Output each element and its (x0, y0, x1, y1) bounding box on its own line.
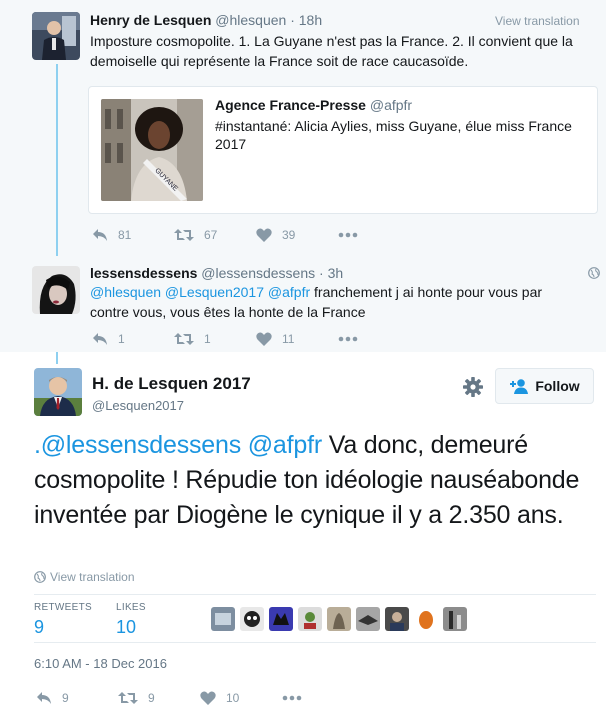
retweet-button[interactable]: 1 (174, 332, 256, 346)
likers-avatars (211, 607, 472, 631)
main-tweet-text: .@lessensdessens @afpfr Va donc, demeuré… (34, 428, 594, 533)
quoted-tweet[interactable]: GUYANE Agence France-Presse @afpfr #inst… (88, 86, 598, 214)
retweet-button[interactable]: 67 (174, 228, 256, 242)
like-button[interactable]: 11 (256, 332, 338, 346)
tweet-lessensdessens[interactable]: lessensdessens @lessensdessens · 3h @hle… (0, 256, 606, 352)
liker-avatar[interactable] (385, 607, 409, 631)
author-handle[interactable]: @hlesquen (215, 12, 286, 28)
tweet-mentions[interactable]: @hlesquen @Lesquen2017 @afpfr (90, 284, 310, 300)
quoted-author-handle: @afpfr (369, 97, 413, 113)
like-button[interactable]: 39 (256, 228, 338, 242)
liker-avatar[interactable] (298, 607, 322, 631)
like-button[interactable]: 10 (200, 691, 282, 705)
view-translation-link[interactable]: View translation (495, 14, 580, 28)
tweet-henry[interactable]: Henry de Lesquen @hlesquen · 18h View tr… (0, 0, 606, 256)
gear-button[interactable] (462, 376, 484, 398)
quoted-tweet-image[interactable]: GUYANE (101, 99, 203, 201)
tweet-header: lessensdessens @lessensdessens · 3h (90, 265, 344, 281)
text-prefix: . (34, 431, 41, 459)
like-count: 10 (226, 691, 240, 705)
reply-count: 81 (118, 228, 132, 242)
retweet-icon (174, 333, 194, 345)
gear-icon (463, 377, 483, 397)
tweet-actions: 81 67 39 (92, 228, 420, 242)
follow-button[interactable]: Follow (495, 368, 594, 404)
reply-count: 9 (62, 691, 69, 705)
reply-icon (93, 229, 107, 241)
tweet-actions: 1 1 11 (92, 332, 420, 346)
retweet-icon (174, 229, 194, 241)
tweet-time[interactable]: 18h (299, 12, 322, 28)
likes-stat[interactable]: LIKES 10 (116, 602, 146, 638)
reply-count: 1 (118, 332, 125, 346)
reply-button[interactable]: 1 (92, 332, 174, 346)
follow-label: Follow (535, 378, 580, 394)
heart-icon (256, 332, 272, 346)
tweet-mentions[interactable]: @lessensdessens @afpfr (41, 431, 322, 459)
avatar[interactable] (32, 12, 80, 60)
tweet-actions: 9 9 10 (36, 691, 364, 705)
more-button[interactable] (338, 336, 420, 342)
retweet-count: 1 (204, 332, 211, 346)
reply-button[interactable]: 81 (92, 228, 174, 242)
author-name[interactable]: H. de Lesquen 2017 (92, 374, 251, 394)
liker-avatar[interactable] (327, 607, 351, 631)
avatar[interactable] (34, 368, 82, 416)
more-dots-icon (282, 695, 302, 701)
retweets-label: RETWEETS (34, 602, 92, 613)
author-handle[interactable]: @lessensdessens (201, 265, 315, 281)
quoted-author-name: Agence France-Presse (215, 97, 366, 113)
heart-icon (256, 228, 272, 242)
divider (34, 594, 596, 595)
likes-count: 10 (116, 617, 137, 637)
quoted-tweet-text: #instantané: Alicia Aylies, miss Guyane,… (215, 118, 572, 152)
reply-icon (93, 333, 107, 345)
tweet-text: @hlesquen @Lesquen2017 @afpfr franchemen… (90, 282, 560, 322)
retweet-count: 67 (204, 228, 218, 242)
like-count: 11 (282, 332, 295, 346)
reply-button[interactable]: 9 (36, 691, 118, 705)
liker-avatar[interactable] (211, 607, 235, 631)
retweets-count: 9 (34, 617, 45, 637)
liker-avatar[interactable] (269, 607, 293, 631)
more-button[interactable] (282, 695, 364, 701)
view-translation-link[interactable]: View translation (34, 570, 135, 584)
like-count: 39 (282, 228, 296, 242)
retweets-stat[interactable]: RETWEETS 9 (34, 602, 92, 638)
globe-icon[interactable] (588, 267, 600, 279)
globe-icon (34, 571, 46, 583)
quoted-author: Agence France-Presse @afpfr (215, 97, 412, 113)
tweet-timestamp[interactable]: 6:10 AM - 18 Dec 2016 (34, 656, 167, 671)
liker-avatar[interactable] (414, 607, 438, 631)
author-name[interactable]: lessensdessens (90, 265, 197, 281)
view-translation-label: View translation (50, 570, 135, 584)
more-dots-icon (338, 336, 358, 342)
reply-icon (37, 692, 51, 704)
retweet-button[interactable]: 9 (118, 691, 200, 705)
add-user-icon (510, 379, 529, 394)
retweet-icon (118, 692, 138, 704)
more-dots-icon (338, 232, 358, 238)
likes-label: LIKES (116, 602, 146, 613)
retweet-count: 9 (148, 691, 155, 705)
avatar[interactable] (32, 266, 80, 314)
divider (34, 642, 596, 643)
tweet-header: Henry de Lesquen @hlesquen · 18h (90, 12, 323, 28)
liker-avatar[interactable] (443, 607, 467, 631)
author-handle[interactable]: @Lesquen2017 (92, 398, 184, 413)
author-name[interactable]: Henry de Lesquen (90, 12, 211, 28)
liker-avatar[interactable] (240, 607, 264, 631)
liker-avatar[interactable] (356, 607, 380, 631)
more-button[interactable] (338, 232, 420, 238)
heart-icon (200, 691, 216, 705)
tweet-time[interactable]: 3h (328, 265, 344, 281)
tweet-text: Imposture cosmopolite. 1. La Guyane n'es… (90, 33, 573, 69)
